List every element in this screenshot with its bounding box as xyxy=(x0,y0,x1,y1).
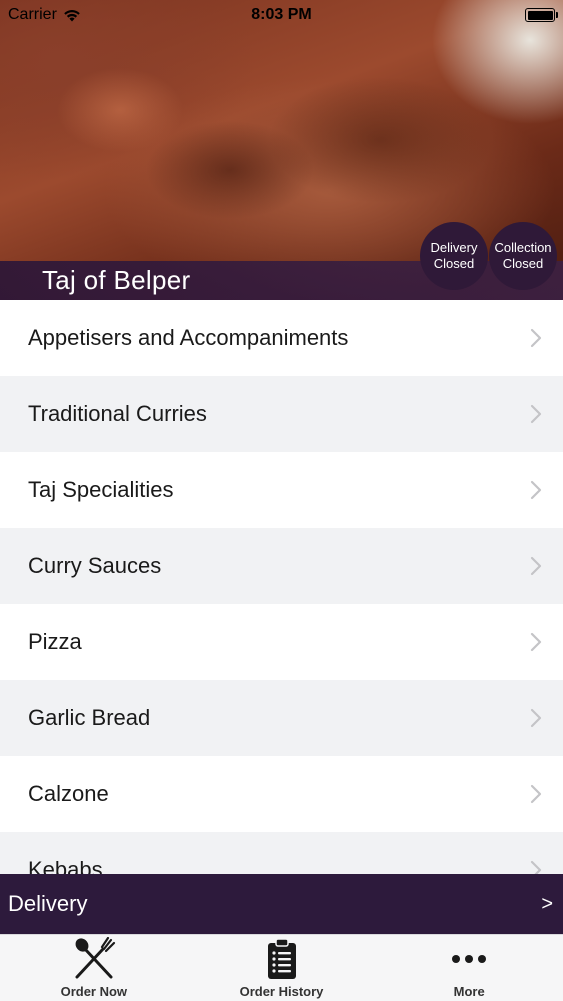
collection-badge-line2: Closed xyxy=(502,256,544,271)
delivery-mode-label: Delivery xyxy=(8,891,88,916)
battery-icon xyxy=(525,8,558,22)
restaurant-name: Taj of Belper xyxy=(42,265,191,295)
menu-category-kebabs[interactable]: Kebabs xyxy=(0,832,563,874)
collection-status-badge: Collection Closed xyxy=(489,222,557,290)
chevron-right-icon xyxy=(530,784,542,804)
chevron-right-icon xyxy=(530,556,542,576)
tab-bar: Order Now Order History More xyxy=(0,934,563,1001)
menu-category-label: Garlic Bread xyxy=(28,705,151,730)
collection-badge-line1: Collection xyxy=(494,240,552,255)
tab-order-history-label: Order History xyxy=(239,984,324,999)
menu-category-calzone[interactable]: Calzone xyxy=(0,756,563,832)
chevron-right-icon xyxy=(530,404,542,424)
chevron-right-icon xyxy=(530,328,542,348)
menu-category-label: Appetisers and Accompaniments xyxy=(28,325,349,350)
status-time: 8:03 PM xyxy=(251,6,312,23)
tab-order-now[interactable]: Order Now xyxy=(0,935,188,1001)
clipboard-list-icon xyxy=(267,936,297,982)
menu-category-curry-sauces[interactable]: Curry Sauces xyxy=(0,528,563,604)
wifi-icon xyxy=(64,9,80,21)
tab-more-label: More xyxy=(453,984,485,999)
tab-order-now-label: Order Now xyxy=(60,984,128,999)
menu-category-pizza[interactable]: Pizza xyxy=(0,604,563,680)
delivery-badge-line2: Closed xyxy=(433,256,475,271)
menu-category-list[interactable]: Appetisers and Accompaniments Traditiona… xyxy=(0,300,563,874)
status-bar: Carrier 8:03 PM xyxy=(0,0,563,30)
menu-category-label: Calzone xyxy=(28,781,109,806)
menu-category-label: Traditional Curries xyxy=(28,401,207,426)
menu-category-label: Kebabs xyxy=(28,857,103,874)
more-dots-icon xyxy=(451,936,487,982)
menu-category-garlic-bread[interactable]: Garlic Bread xyxy=(0,680,563,756)
tab-more[interactable]: More xyxy=(375,935,563,1001)
chevron-right-icon xyxy=(530,480,542,500)
menu-category-label: Curry Sauces xyxy=(28,553,162,578)
tab-order-history[interactable]: Order History xyxy=(188,935,376,1001)
chevron-right-icon xyxy=(530,860,542,874)
menu-category-appetisers[interactable]: Appetisers and Accompaniments xyxy=(0,300,563,376)
chevron-right-icon xyxy=(530,632,542,652)
delivery-mode-bar[interactable]: Delivery > xyxy=(0,874,563,934)
fork-knife-icon xyxy=(71,936,117,982)
chevron-right-icon xyxy=(530,708,542,728)
delivery-badge-line1: Delivery xyxy=(430,240,478,255)
menu-category-traditional-curries[interactable]: Traditional Curries xyxy=(0,376,563,452)
menu-category-label: Pizza xyxy=(28,629,82,654)
menu-category-taj-specialities[interactable]: Taj Specialities xyxy=(0,452,563,528)
delivery-arrow-icon: > xyxy=(541,892,553,915)
menu-category-label: Taj Specialities xyxy=(28,477,174,502)
carrier-signal: Carrier xyxy=(8,6,81,24)
carrier-label: Carrier xyxy=(8,6,57,23)
delivery-status-badge: Delivery Closed xyxy=(420,222,488,290)
